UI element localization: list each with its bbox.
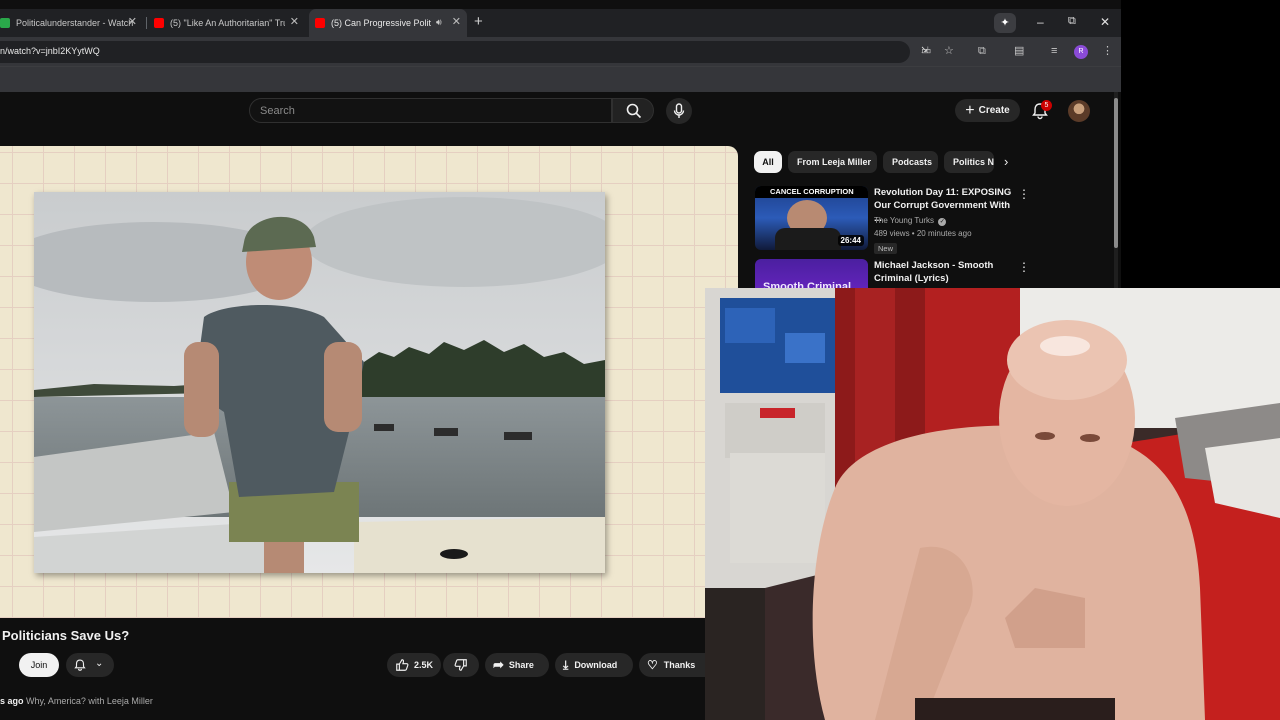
gemini-sparkle-icon[interactable]: ✦ — [994, 13, 1016, 33]
download-button[interactable]: ⤓ Download — [555, 653, 633, 677]
fisherman-boat-photo — [34, 192, 605, 573]
tab-close-icon[interactable]: ✕ — [128, 17, 137, 28]
create-label: Create — [978, 105, 1010, 116]
tab-close-icon[interactable]: ✕ — [452, 17, 461, 28]
thumbs-down-icon — [454, 659, 467, 671]
chip-all[interactable]: All — [754, 151, 782, 173]
maximize-button[interactable]: ⧉ — [1068, 15, 1076, 28]
like-count: 2.5K — [414, 660, 434, 670]
channel-name: The Young Turks — [874, 216, 935, 225]
browser-toolbar: n/watch?v=jnbI2KYytWQ ⇲ ▭ ☆ ⧉ ▤ ≡ R ⋮ — [0, 37, 1121, 66]
media-controls-icon[interactable]: ≡ — [1051, 44, 1057, 58]
plus-icon: + — [965, 101, 975, 119]
tab-title: Politicalunderstander - Watch c — [16, 18, 134, 28]
create-button[interactable]: + Create — [955, 99, 1020, 122]
tab-title: (5) "Like An Authoritarian" Trum — [170, 18, 285, 28]
recommendation-channel[interactable]: The Young Turks ✓ — [874, 216, 947, 226]
close-window-button[interactable]: ✕ — [1100, 15, 1110, 29]
more-options-icon[interactable]: ⋮ — [1018, 187, 1030, 201]
screen: Politicalunderstander - Watch c ✕ (5) "L… — [0, 0, 1280, 720]
chip-from-channel[interactable]: From Leeja Miller — [788, 151, 877, 173]
tab-favicon-icon — [0, 18, 10, 28]
tab-like-an-authoritarian[interactable]: (5) "Like An Authoritarian" Trum ✕ — [150, 9, 305, 37]
microphone-icon — [673, 103, 685, 118]
thanks-label: Thanks — [663, 660, 696, 670]
notification-count-badge: 5 — [1041, 100, 1052, 111]
thumbnail-caption: CANCEL CORRUPTION — [770, 187, 854, 196]
recommendation-meta: 489 views • 20 minutes ago — [874, 229, 972, 238]
side-panel-icon[interactable]: ▤ — [1014, 44, 1024, 58]
tab-can-progressive-politicians[interactable]: (5) Can Progressive Politicia 🔊︎ ✕ — [309, 9, 467, 37]
bell-icon — [74, 659, 86, 671]
video-frame-photo — [34, 192, 605, 573]
download-label: Download — [574, 660, 618, 670]
share-label: Share — [508, 660, 534, 670]
upload-time: s ago — [0, 696, 24, 706]
extensions-icon[interactable]: ⧉ — [978, 44, 986, 58]
chip-politics[interactable]: Politics N — [944, 151, 994, 173]
tab-separator — [146, 17, 147, 29]
menu-kebab-icon[interactable]: ⋮ — [1102, 44, 1113, 58]
url-text: n/watch?v=jnbI2KYytWQ — [0, 46, 100, 56]
join-button[interactable]: Join — [19, 653, 59, 677]
install-app-icon[interactable]: ▭ — [921, 44, 931, 58]
bookmark-star-icon[interactable]: ☆ — [944, 44, 954, 58]
tab-strip: Politicalunderstander - Watch c ✕ (5) "L… — [0, 9, 1121, 37]
search-button[interactable] — [612, 98, 654, 123]
tab-politicalunderstander[interactable]: Politicalunderstander - Watch c ✕ — [0, 9, 143, 37]
thumbs-up-icon — [396, 659, 409, 671]
video-title: Politicians Save Us? — [2, 628, 130, 643]
new-badge: New — [874, 243, 898, 254]
dislike-button[interactable] — [443, 653, 479, 677]
chevron-down-icon: ⌄ — [95, 658, 104, 669]
recommendation-title[interactable]: Michael Jackson - Smooth Criminal (Lyric… — [874, 259, 1014, 285]
verified-check-icon: ✓ — [938, 218, 947, 226]
more-options-icon[interactable]: ⋮ — [1018, 260, 1030, 274]
tab-title: (5) Can Progressive Politicia — [331, 18, 431, 28]
new-tab-button[interactable]: + — [474, 13, 483, 30]
search-icon — [626, 103, 642, 119]
webcam-overlay — [705, 288, 1280, 720]
description-channel-link[interactable]: Why, America? with Leeja Miller — [26, 696, 153, 706]
video-duration: 26:44 — [837, 235, 864, 246]
scrollbar-thumb[interactable] — [1114, 98, 1118, 248]
voice-search-button[interactable] — [666, 98, 692, 124]
video-player[interactable] — [0, 146, 738, 618]
search-placeholder: Search — [260, 105, 295, 117]
thanks-heart-icon: ♡ — [647, 658, 658, 672]
subscription-bell-button[interactable]: ⌄ — [66, 653, 114, 677]
recommendation-thumbnail[interactable]: CANCEL CORRUPTION 26:44 — [755, 186, 868, 250]
bookmarks-bar — [0, 66, 1121, 92]
webcam-feed — [705, 288, 1280, 720]
minimize-button[interactable]: – — [1037, 15, 1044, 29]
thanks-button[interactable]: ♡ Thanks — [639, 653, 705, 677]
download-icon: ⤓ — [563, 657, 569, 672]
tab-close-icon[interactable]: ✕ — [290, 17, 299, 28]
youtube-favicon-icon — [315, 18, 325, 28]
youtube-favicon-icon — [154, 18, 164, 28]
chip-podcasts[interactable]: Podcasts — [883, 151, 938, 173]
like-button[interactable]: 2.5K — [387, 653, 441, 677]
tab-audio-icon[interactable]: 🔊︎ — [436, 17, 442, 28]
share-arrow-icon: ➦ — [493, 657, 504, 672]
share-button[interactable]: ➦ Share — [485, 653, 549, 677]
search-input[interactable]: Search — [249, 98, 612, 123]
address-bar[interactable]: n/watch?v=jnbI2KYytWQ ⇲ — [0, 41, 929, 63]
chevron-right-icon[interactable]: › — [1004, 154, 1008, 169]
profile-avatar[interactable]: R — [1074, 45, 1088, 59]
video-description-snippet[interactable]: s ago Why, America? with Leeja Miller — [0, 696, 153, 706]
account-avatar[interactable] — [1068, 100, 1090, 122]
